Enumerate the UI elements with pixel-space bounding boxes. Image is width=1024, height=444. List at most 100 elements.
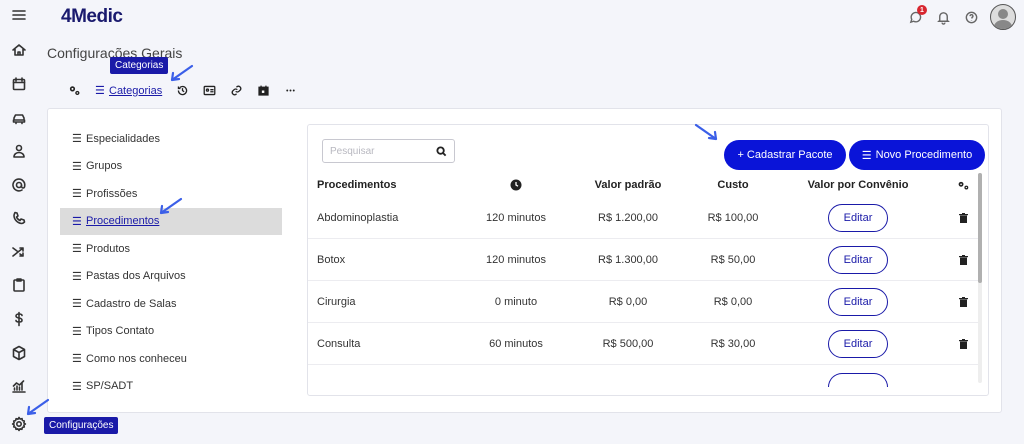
tooltip-categorias: Categorias <box>110 57 169 74</box>
procedures-panel: + Cadastrar Pacote ☰ Novo Procedimento P… <box>307 124 989 396</box>
user-avatar[interactable] <box>990 4 1016 30</box>
gears-icon <box>958 181 968 189</box>
list-icon: ☰ <box>72 243 82 256</box>
menu-item-label: Cadastro de Salas <box>86 297 177 310</box>
home-icon[interactable] <box>9 40 29 60</box>
chat-icon[interactable]: 1 <box>906 5 927 26</box>
edit-button[interactable]: Editar <box>828 287 888 316</box>
tab-general-settings[interactable] <box>68 84 81 97</box>
trash-icon[interactable] <box>958 338 968 349</box>
table-row-partial <box>308 365 980 395</box>
at-sign-icon[interactable] <box>9 175 29 195</box>
app-logo[interactable]: 4Medic <box>61 6 123 28</box>
annotation-arrow <box>24 398 50 421</box>
gears-icon <box>69 86 80 96</box>
search-icon[interactable] <box>436 145 447 157</box>
list-icon: ☰ <box>72 188 82 201</box>
menu-item-label: Procedimentos <box>86 215 160 228</box>
menu-item-label: Profissões <box>86 187 138 200</box>
header-valor-convenio: Valor por Convênio <box>807 179 909 191</box>
clock-icon <box>510 179 522 191</box>
list-icon: ☰ <box>72 353 82 366</box>
help-icon[interactable] <box>962 8 980 26</box>
table-row: Consulta 60 minutos R$ 500,00 R$ 30,00 E… <box>308 323 980 365</box>
menu-item-label: Especialidades <box>86 132 160 145</box>
list-icon: ☰ <box>72 325 82 338</box>
more-dots-icon <box>286 89 295 92</box>
user-icon[interactable] <box>9 141 29 161</box>
dollar-icon[interactable] <box>9 309 29 329</box>
tab-id-card[interactable] <box>203 84 216 97</box>
clipboard-icon[interactable] <box>9 275 29 295</box>
car-icon[interactable] <box>9 108 29 128</box>
menu-item-pastas-arquivos[interactable]: ☰ Pastas dos Arquivos <box>60 263 282 291</box>
trash-icon[interactable] <box>958 212 968 223</box>
list-icon: ☰ <box>72 380 82 393</box>
cell-name: Consulta <box>317 337 361 350</box>
header-actions: 1 <box>906 4 1016 30</box>
calendar-day-icon <box>258 85 269 96</box>
novo-procedimento-label: Novo Procedimento <box>875 149 973 161</box>
calendar-icon[interactable] <box>9 74 29 94</box>
tab-categorias-label: Categorias <box>109 84 163 97</box>
sidebar <box>0 0 38 444</box>
header-duration <box>471 173 561 197</box>
shuffle-icon[interactable] <box>9 242 29 262</box>
tab-categorias[interactable]: ☰ Categorias <box>95 84 163 98</box>
edit-button[interactable]: Editar <box>828 329 888 358</box>
cell-custo: R$ 30,00 <box>710 337 756 350</box>
list-icon: ☰ <box>72 298 82 311</box>
tab-calendar[interactable] <box>257 84 270 97</box>
table-row: Abdominoplastia 120 minutos R$ 1.200,00 … <box>308 197 980 239</box>
cell-custo: R$ 50,00 <box>710 253 756 266</box>
annotation-arrow <box>157 197 183 220</box>
bell-icon[interactable] <box>934 8 952 26</box>
cell-name: Abdominoplastia <box>317 211 399 224</box>
edit-button[interactable]: Editar <box>828 245 888 274</box>
id-card-icon <box>203 85 216 96</box>
cell-valor: R$ 1.200,00 <box>598 211 658 224</box>
table-scrollbar[interactable] <box>978 173 982 383</box>
menu-item-tipos-contato[interactable]: ☰ Tipos Contato <box>60 318 282 346</box>
menu-item-label: Produtos <box>86 242 131 255</box>
edit-button-partial[interactable] <box>828 373 888 387</box>
cell-custo: R$ 0,00 <box>713 295 753 308</box>
menu-item-cadastro-salas[interactable]: ☰ Cadastro de Salas <box>60 290 282 318</box>
list-icon: ☰ <box>72 160 82 173</box>
header-procedimentos: Procedimentos <box>317 179 397 191</box>
phone-icon[interactable] <box>9 208 29 228</box>
header-custo: Custo <box>717 179 749 191</box>
package-icon[interactable] <box>9 343 29 363</box>
menu-item-label: SP/SADT <box>86 380 134 393</box>
menu-item-como-nos-conheceu[interactable]: ☰ Como nos conheceu <box>60 345 282 373</box>
header-settings <box>948 173 978 197</box>
trash-icon[interactable] <box>958 254 968 265</box>
menu-item-produtos[interactable]: ☰ Produtos <box>60 235 282 263</box>
menu-item-sp-sadt[interactable]: ☰ SP/SADT <box>60 373 282 401</box>
tab-links[interactable] <box>230 84 243 97</box>
cell-custo: R$ 100,00 <box>707 211 759 224</box>
header-valor-padrao: Valor padrão <box>594 179 662 191</box>
link-icon <box>231 85 242 96</box>
menu-hamburger-icon[interactable] <box>9 5 29 25</box>
list-icon: ☰ <box>72 215 82 228</box>
menu-item-especialidades[interactable]: ☰ Especialidades <box>60 125 282 153</box>
cell-valor: R$ 0,00 <box>608 295 648 308</box>
menu-item-label: Tipos Contato <box>86 325 155 338</box>
chart-icon[interactable] <box>9 376 29 396</box>
menu-item-label: Grupos <box>86 160 123 173</box>
cell-duration: 0 minuto <box>494 295 538 308</box>
search-input[interactable] <box>330 145 430 157</box>
list-icon: ☰ <box>95 85 105 97</box>
edit-button[interactable]: Editar <box>828 203 888 232</box>
novo-procedimento-button[interactable]: ☰ Novo Procedimento <box>849 140 985 170</box>
cell-valor: R$ 1.300,00 <box>598 253 658 266</box>
cell-valor: R$ 500,00 <box>602 337 654 350</box>
table-header: Procedimentos Valor padrão Custo Valor p… <box>308 173 980 197</box>
logo-four: 4 <box>61 6 72 27</box>
cadastrar-pacote-button[interactable]: + Cadastrar Pacote <box>724 140 846 170</box>
scrollbar-thumb[interactable] <box>978 173 982 283</box>
tab-more[interactable] <box>284 84 297 97</box>
menu-item-grupos[interactable]: ☰ Grupos <box>60 153 282 181</box>
trash-icon[interactable] <box>958 296 968 307</box>
